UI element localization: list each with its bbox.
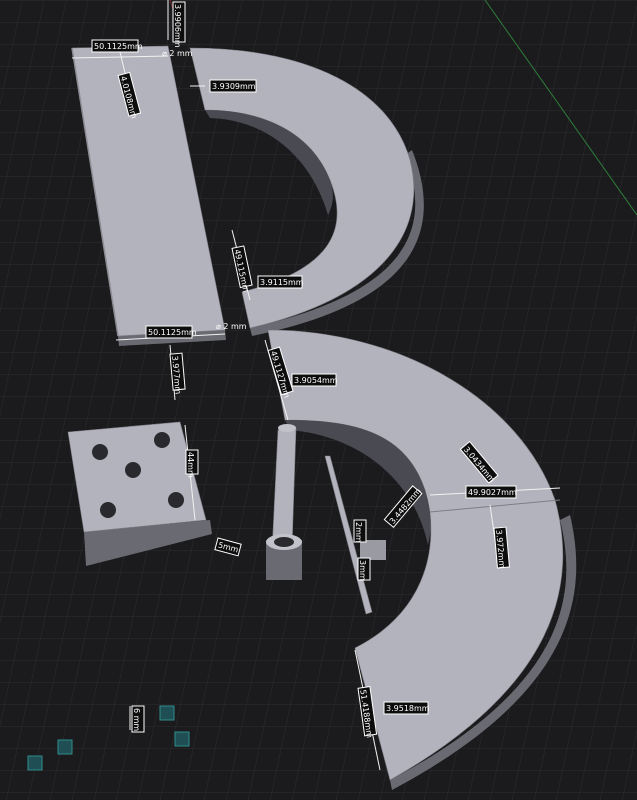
dimension-label[interactable]: 3mm — [357, 557, 371, 581]
dimension-label[interactable]: 3.9906mm — [172, 1, 186, 48]
dimension-label[interactable]: 50.1125mm — [91, 39, 143, 53]
dimension-label[interactable]: 3.9518mm — [383, 701, 430, 715]
svg-text:⌀ 2 mm: ⌀ 2 mm — [162, 49, 193, 58]
dimension-label[interactable]: 3.9115mm — [257, 275, 304, 289]
hole — [100, 502, 116, 518]
scene-canvas[interactable]: 3.9906mm 50.1125mm ⌀ 2 mm 4.0108mm 3.930… — [0, 0, 637, 800]
dimension-label[interactable]: 3.9054mm — [291, 373, 338, 387]
dimension-label[interactable]: 44mm — [185, 449, 199, 478]
hole — [92, 444, 108, 460]
svg-text:⌀ 2 mm: ⌀ 2 mm — [216, 322, 247, 331]
dimension-label[interactable]: 49.9027mm — [465, 485, 517, 499]
svg-text:49.9027mm: 49.9027mm — [468, 488, 517, 497]
dimension-label[interactable]: 3.9309mm — [209, 79, 257, 93]
svg-text:44mm: 44mm — [186, 452, 195, 478]
svg-text:50.1125mm: 50.1125mm — [94, 42, 143, 51]
tube-part[interactable] — [266, 534, 302, 580]
hole — [168, 492, 184, 508]
svg-text:6 mm: 6 mm — [132, 708, 141, 731]
cad-viewport[interactable]: 3.9906mm 50.1125mm ⌀ 2 mm 4.0108mm 3.930… — [0, 0, 637, 800]
dimension-label[interactable]: 6 mm — [131, 705, 145, 733]
dimension-label[interactable]: ⌀ 2 mm — [214, 320, 252, 332]
dimension-label[interactable]: ⌀ 2 mm — [160, 47, 196, 59]
svg-text:3.9115mm: 3.9115mm — [260, 278, 304, 287]
svg-text:3.9054mm: 3.9054mm — [294, 376, 338, 385]
dimension-label[interactable]: 2mm — [353, 519, 367, 543]
hole — [125, 462, 141, 478]
svg-text:50.1125mm: 50.1125mm — [148, 328, 197, 337]
dimension-label[interactable]: 50.1125mm — [145, 325, 197, 339]
svg-text:3.9906mm: 3.9906mm — [173, 4, 182, 48]
svg-text:3.9518mm: 3.9518mm — [386, 704, 430, 713]
svg-text:3mm: 3mm — [358, 560, 367, 581]
hole — [154, 432, 170, 448]
svg-text:2mm: 2mm — [354, 522, 363, 543]
svg-text:3.9309mm: 3.9309mm — [212, 82, 256, 91]
